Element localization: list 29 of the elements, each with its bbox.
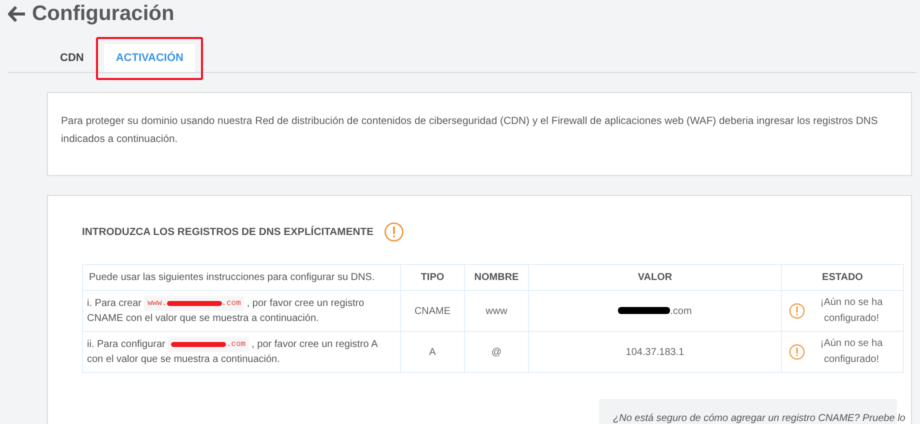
status-text: ¡Aún no se ha configurado! <box>819 296 884 326</box>
section-heading: INTRODUZCA LOS REGISTROS DE DNS EXPLÍCITAMENTE <box>82 226 374 238</box>
table-cell: CNAME <box>400 290 464 332</box>
column-header: VALOR <box>528 264 782 290</box>
code-text: .com <box>222 298 241 310</box>
value-text: 104.37.183.1 <box>626 346 684 358</box>
column-header: Puede usar las siguientes instrucciones para configurar su DNS. <box>82 264 400 290</box>
page-title: Configuración <box>32 2 174 26</box>
table-cell: @ <box>464 332 528 372</box>
status-text: ¡Aún no se ha configurado! <box>819 337 884 367</box>
warning-icon <box>789 344 805 360</box>
code-text: www. <box>147 298 167 310</box>
table-cell: www <box>464 290 528 332</box>
instruction-text: i. Para crear www. .com , por favor cree un registro CNAME con el valor que se muestra a continuación. <box>87 298 364 324</box>
table-cell: A <box>400 332 464 372</box>
redaction-mark <box>171 342 226 347</box>
help-text: ¿No está seguro de cómo agregar un registro CNAME? Pruebe lo <box>613 413 906 424</box>
back-arrow-icon[interactable] <box>8 6 26 22</box>
value-text: .com <box>670 306 692 316</box>
instruction-text: ii. Para configurar .com , por favor cree un registro A con el valor que se muestra a continuación. <box>87 339 378 366</box>
tab[interactable]: CDN <box>48 44 96 72</box>
column-header: TIPO <box>400 264 464 290</box>
code-text: .com <box>226 338 246 351</box>
column-header: ESTADO <box>782 264 904 290</box>
warning-icon <box>384 222 404 242</box>
column-header: NOMBRE <box>464 264 528 290</box>
intro-text: Para proteger su dominio usando nuestra Red de distribución de contenidos de ciberseguridad (CDN) y el Firewall de aplicaciones web (WAF) deberia ingresar los registros DNS indicados a continuación. <box>60 115 879 147</box>
warning-icon <box>789 303 805 319</box>
redaction-mark <box>166 300 222 306</box>
